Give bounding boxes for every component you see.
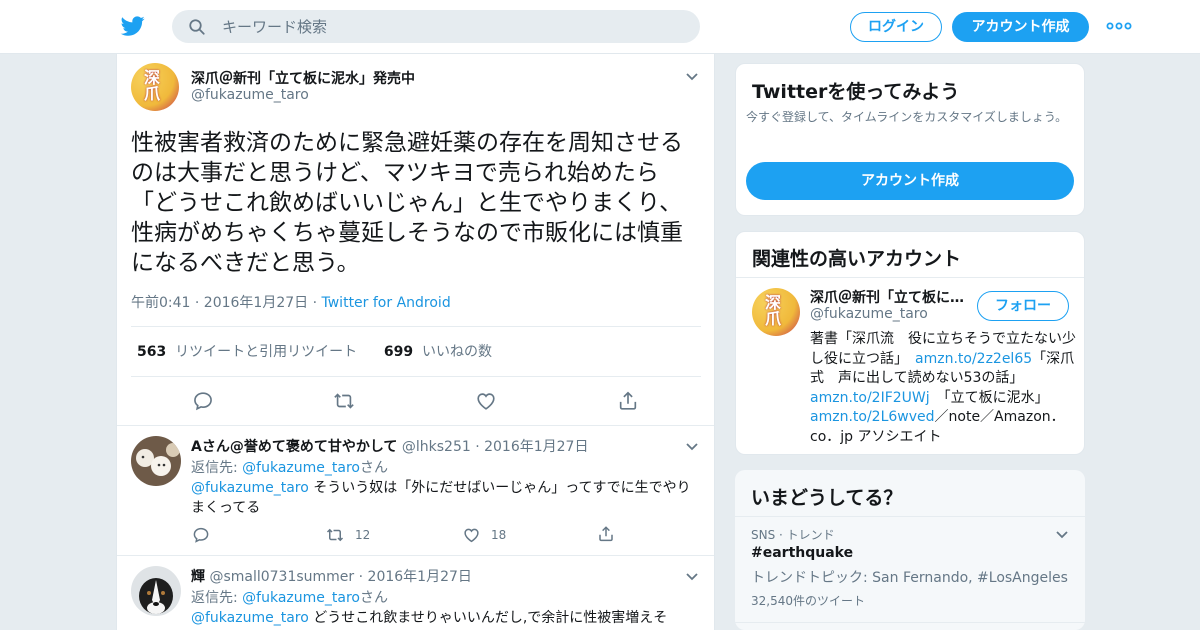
chevron-down-icon[interactable] [685, 72, 699, 82]
reply-avatar[interactable] [131, 566, 181, 616]
chevron-down-icon[interactable] [685, 442, 699, 452]
bio-link[interactable]: amzn.to/2IF2UWj [810, 390, 930, 406]
reply-avatar[interactable] [131, 436, 181, 486]
related-account-handle[interactable]: @fukazume_taro [810, 306, 928, 322]
like-heart-icon[interactable] [462, 526, 481, 544]
like-count: 699 [383, 344, 414, 360]
reply-avatar-image [131, 566, 181, 616]
reply-to-prefix: 返信先: [191, 590, 243, 606]
reply-to-suffix: さん [359, 460, 388, 476]
signup-card-subtitle: 今すぐ登録して、タイムラインをカスタマイズしましょう。 [746, 110, 1068, 124]
tweet-time[interactable]: 午前0:41 · 2016年1月27日 · [131, 295, 322, 311]
related-accounts-card: 関連性の高いアカウント 深爪 深爪＠新刊「立て板に泥水」発売中 @fukazum… [735, 231, 1085, 455]
divider [735, 622, 1085, 623]
search-input[interactable] [222, 10, 682, 43]
reply-retweet-count: 12 [355, 528, 371, 542]
reply-to-line: 返信先: @fukazume_taroさん [191, 587, 388, 607]
reply-to-handle-link[interactable]: @fukazume_taro [242, 590, 360, 606]
search-box[interactable] [172, 10, 700, 43]
trends-title: いまどうしてる？ [751, 487, 903, 509]
reply-header: 輝 @small0731summer · 2016年1月27日 [191, 566, 472, 586]
reply-body: どうせこれ飲ませりゃいいんだし,で余計に性被害増えそ [308, 610, 668, 626]
tweet-source-link[interactable]: Twitter for Android [322, 295, 451, 311]
tweet-timestamp: 午前0:41 · 2016年1月27日 · Twitter for Androi… [131, 292, 451, 312]
reply-to-suffix: さん [359, 590, 388, 606]
more-options-icon[interactable] [1106, 18, 1132, 34]
reply-author-name[interactable]: 輝 [191, 569, 205, 585]
reply-tweet[interactable]: Aさん@誉めて褒めて甘やかして @lhks251 · 2016年1月27日 返信… [117, 425, 714, 555]
like-stat[interactable]: 699 いいねの数 [384, 344, 492, 360]
reply-icon[interactable] [192, 526, 210, 544]
mention-link[interactable]: @fukazume_taro [191, 480, 309, 496]
author-handle[interactable]: @fukazume_taro [191, 87, 309, 103]
related-accounts-title: 関連性の高いアカウント [752, 248, 962, 270]
reply-meta[interactable]: @lhks251 · 2016年1月27日 [397, 439, 589, 455]
reply-text: @fukazume_taro どうせこれ飲ませりゃいいんだし,で余計に性被害増え… [191, 608, 703, 628]
bio-link[interactable]: amzn.to/2z2el65 [915, 351, 1032, 367]
trend-meta: SNS · トレンド [751, 528, 835, 542]
reply-to-prefix: 返信先: [191, 460, 243, 476]
reply-to-handle-link[interactable]: @fukazume_taro [242, 460, 360, 476]
reply-avatar-image [131, 436, 181, 486]
author-name[interactable]: 深爪＠新刊「立て板に泥水」発売中 [191, 68, 415, 88]
tweet-text: 性被害者救済のために緊急避妊薬の存在を周知させるのは大事だと思うけど、マツキヨで… [131, 130, 683, 276]
divider [131, 376, 701, 377]
reply-tweet[interactable]: 輝 @small0731summer · 2016年1月27日 返信先: @fu… [117, 555, 714, 630]
author-avatar[interactable]: 深爪 [131, 63, 179, 111]
chevron-down-icon[interactable] [1055, 530, 1069, 540]
divider [735, 516, 1085, 517]
tweet-stats: 563 リツイートと引用リツイート 699 いいねの数 [137, 341, 492, 361]
like-label: いいねの数 [421, 344, 492, 360]
divider [131, 326, 701, 327]
signup-card: Twitterを使ってみよう 今すぐ登録して、タイムラインをカスタマイズしましょ… [735, 63, 1085, 216]
divider [736, 277, 1084, 278]
reply-author-name[interactable]: Aさん@誉めて褒めて甘やかして [191, 439, 397, 455]
avatar-text: 深爪 [141, 69, 160, 101]
retweet-label: リツイートと引用リツイート [175, 344, 358, 360]
chevron-down-icon[interactable] [685, 572, 699, 582]
reply-header: Aさん@誉めて褒めて甘やかして @lhks251 · 2016年1月27日 [191, 436, 588, 456]
twitter-bird-icon[interactable] [120, 14, 146, 38]
related-account-avatar[interactable]: 深爪 [752, 288, 800, 336]
related-account-bio: 著書「深爪流 役に立ちそうで立たない少し役に立つ話」 amzn.to/2z2el… [810, 330, 1076, 447]
trend-name[interactable]: #earthquake [751, 545, 853, 561]
related-account-name[interactable]: 深爪＠新刊「立て板に泥水」発売中 [810, 287, 965, 307]
search-icon [189, 19, 205, 35]
retweet-icon[interactable] [325, 526, 345, 544]
top-navigation-bar: ログイン アカウント作成 [0, 0, 1200, 54]
like-heart-icon[interactable] [475, 390, 497, 412]
retweet-count: 563 [137, 344, 167, 360]
login-button[interactable]: ログイン [850, 12, 942, 42]
retweet-icon[interactable] [333, 390, 355, 412]
trend-description: トレンドトピック: San Fernando, #LosAngeles [751, 570, 1068, 586]
reply-meta[interactable]: @small0731summer · 2016年1月27日 [205, 569, 471, 585]
trends-card: いまどうしてる？ SNS · トレンド #earthquake トレンドトピック… [735, 470, 1085, 630]
share-icon[interactable] [617, 390, 639, 412]
mention-link[interactable]: @fukazume_taro [191, 610, 309, 626]
reply-to-line: 返信先: @fukazume_taroさん [191, 457, 388, 477]
bio-text: 「立て板に泥水」 [929, 389, 1049, 406]
signup-card-title: Twitterを使ってみよう [752, 81, 960, 103]
follow-button[interactable]: フォロー [977, 291, 1069, 321]
reply-text: @fukazume_taro そういう奴は「外にだせばいーじゃん」ってすでに生で… [191, 478, 703, 518]
trend-tweet-count: 32,540件のツイート [751, 594, 865, 608]
bio-link[interactable]: amzn.to/2L6wved [810, 409, 935, 425]
tweet-permalink-column: 深爪 深爪＠新刊「立て板に泥水」発売中 @fukazume_taro 性被害者救… [116, 54, 715, 630]
avatar-text: 深爪 [762, 294, 781, 326]
reply-like-count: 18 [491, 528, 507, 542]
reply-icon[interactable] [192, 390, 214, 412]
share-icon[interactable] [597, 525, 615, 543]
signup-card-button[interactable]: アカウント作成 [746, 162, 1074, 200]
retweet-stat[interactable]: 563 リツイートと引用リツイート [137, 344, 357, 360]
signup-button[interactable]: アカウント作成 [952, 12, 1089, 42]
